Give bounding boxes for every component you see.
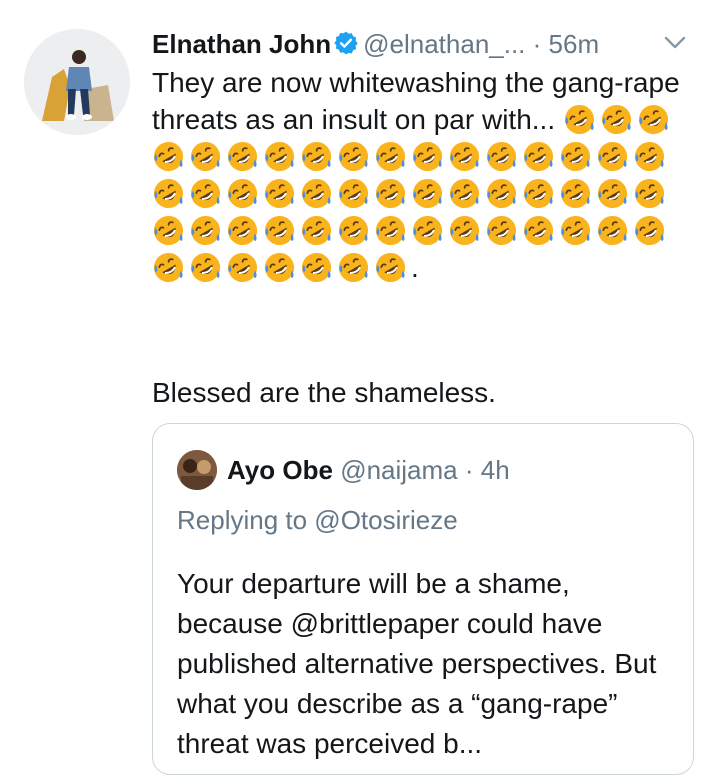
quoted-author-handle[interactable]: @naijama xyxy=(340,455,457,485)
rolling-on-floor-laughing-emoji xyxy=(374,251,407,284)
rolling-on-floor-laughing-emoji xyxy=(189,177,222,210)
rolling-on-floor-laughing-emoji xyxy=(559,140,592,173)
tweet-text: They are now whitewashing the gang-rape … xyxy=(152,64,692,286)
rolling-on-floor-laughing-emoji xyxy=(596,140,629,173)
author-avatar[interactable] xyxy=(24,29,130,135)
rolling-on-floor-laughing-emoji xyxy=(189,140,222,173)
rolling-on-floor-laughing-emoji xyxy=(596,214,629,247)
rolling-on-floor-laughing-emoji xyxy=(411,140,444,173)
rolling-on-floor-laughing-emoji xyxy=(337,140,370,173)
rolling-on-floor-laughing-emoji xyxy=(152,140,185,173)
quoted-author-name[interactable]: Ayo Obe xyxy=(227,455,333,485)
rolling-on-floor-laughing-emoji xyxy=(152,214,185,247)
tweet-text-end: . xyxy=(411,252,419,283)
rolling-on-floor-laughing-emoji xyxy=(152,177,185,210)
quoted-author-avatar[interactable] xyxy=(177,450,217,490)
rolling-on-floor-laughing-emoji xyxy=(337,177,370,210)
rolling-on-floor-laughing-emoji xyxy=(263,177,296,210)
rolling-on-floor-laughing-emoji xyxy=(596,177,629,210)
rolling-on-floor-laughing-emoji xyxy=(337,251,370,284)
rolling-on-floor-laughing-emoji xyxy=(485,140,518,173)
rolling-on-floor-laughing-emoji xyxy=(300,251,333,284)
rolling-on-floor-laughing-emoji xyxy=(563,103,596,136)
rolling-on-floor-laughing-emoji xyxy=(226,251,259,284)
rolling-on-floor-laughing-emoji xyxy=(374,140,407,173)
chevron-down-icon[interactable] xyxy=(664,36,686,55)
rolling-on-floor-laughing-emoji xyxy=(522,140,555,173)
rolling-on-floor-laughing-emoji xyxy=(637,103,670,136)
author-name[interactable]: Elnathan John xyxy=(152,29,331,59)
rolling-on-floor-laughing-emoji xyxy=(600,103,633,136)
rolling-on-floor-laughing-emoji xyxy=(633,214,666,247)
quoted-tweet-time: · 4h xyxy=(464,455,510,485)
rolling-on-floor-laughing-emoji xyxy=(300,177,333,210)
rolling-on-floor-laughing-emoji xyxy=(522,214,555,247)
rolling-on-floor-laughing-emoji xyxy=(263,140,296,173)
rolling-on-floor-laughing-emoji xyxy=(448,177,481,210)
rolling-on-floor-laughing-emoji xyxy=(448,214,481,247)
rolling-on-floor-laughing-emoji xyxy=(374,177,407,210)
author-handle[interactable]: @elnathan_... xyxy=(363,29,525,59)
rolling-on-floor-laughing-emoji xyxy=(189,251,222,284)
tweet-header: Elnathan John @elnathan_... · 56m xyxy=(152,28,599,63)
rolling-on-floor-laughing-emoji xyxy=(559,177,592,210)
rolling-on-floor-laughing-emoji xyxy=(411,177,444,210)
rolling-on-floor-laughing-emoji xyxy=(263,214,296,247)
rolling-on-floor-laughing-emoji xyxy=(337,214,370,247)
rolling-on-floor-laughing-emoji xyxy=(300,214,333,247)
rolling-on-floor-laughing-emoji xyxy=(448,140,481,173)
rolling-on-floor-laughing-emoji xyxy=(374,214,407,247)
rolling-on-floor-laughing-emoji xyxy=(411,214,444,247)
rolling-on-floor-laughing-emoji xyxy=(189,214,222,247)
tweet-second-line: Blessed are the shameless. xyxy=(152,377,496,408)
quoted-tweet-card[interactable]: Ayo Obe @naijama · 4h Replying to @Otosi… xyxy=(152,423,694,775)
rolling-on-floor-laughing-emoji xyxy=(300,140,333,173)
replying-to[interactable]: Replying to @Otosirieze xyxy=(177,504,458,536)
rolling-on-floor-laughing-emoji xyxy=(226,177,259,210)
tweet-time[interactable]: · 56m xyxy=(533,29,599,59)
rolling-on-floor-laughing-emoji xyxy=(485,177,518,210)
rolling-on-floor-laughing-emoji xyxy=(633,177,666,210)
rolling-on-floor-laughing-emoji xyxy=(485,214,518,247)
verified-badge-icon xyxy=(333,30,359,63)
quoted-tweet-text: Your departure will be a shame, because … xyxy=(177,568,657,759)
rolling-on-floor-laughing-emoji xyxy=(633,140,666,173)
rolling-on-floor-laughing-emoji xyxy=(522,177,555,210)
rolling-on-floor-laughing-emoji xyxy=(226,214,259,247)
rolling-on-floor-laughing-emoji xyxy=(263,251,296,284)
quoted-tweet-header: Ayo Obe @naijama · 4h xyxy=(227,454,510,486)
rolling-on-floor-laughing-emoji xyxy=(559,214,592,247)
rolling-on-floor-laughing-emoji xyxy=(152,251,185,284)
rolling-on-floor-laughing-emoji xyxy=(226,140,259,173)
